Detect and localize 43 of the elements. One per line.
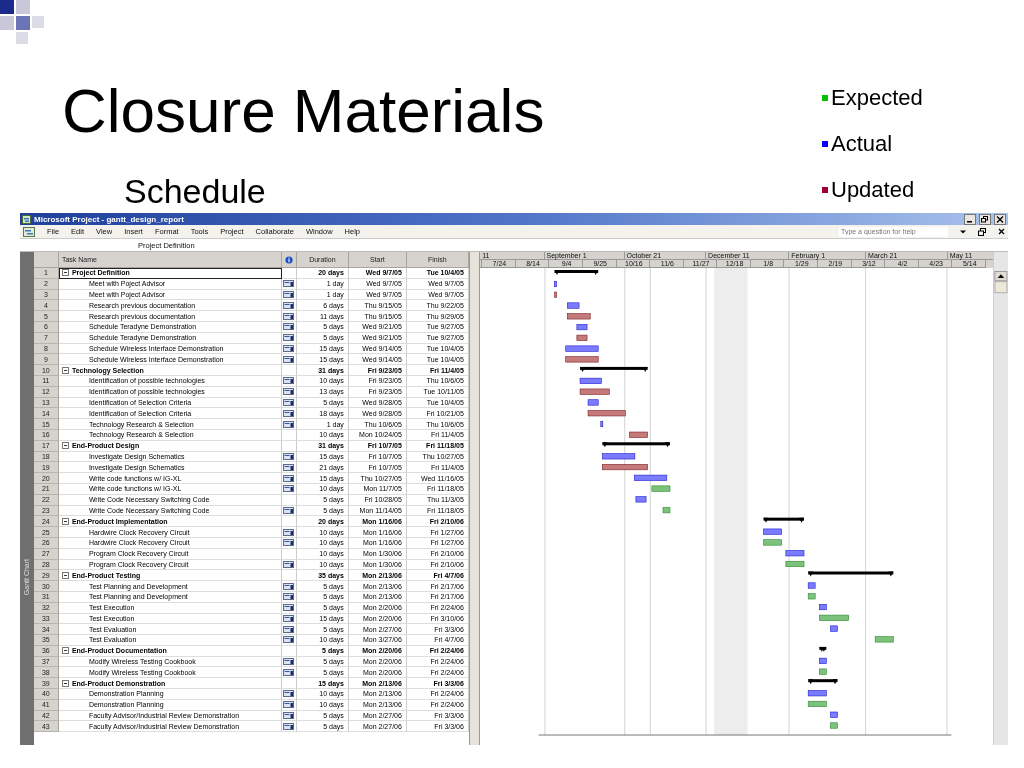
task-bar[interactable] (602, 453, 636, 460)
task-bar[interactable] (600, 420, 604, 428)
task-bar[interactable] (576, 334, 588, 341)
collapse-icon[interactable] (61, 366, 69, 374)
legend-label: Actual (831, 131, 893, 157)
app-icon (22, 214, 31, 224)
info-icon (284, 255, 293, 264)
collapse-icon[interactable] (61, 679, 69, 687)
scrollbar[interactable] (993, 252, 1008, 745)
task-bar[interactable] (819, 657, 827, 664)
restore-icon[interactable] (978, 227, 986, 236)
slide-title: Closure Materials (62, 80, 545, 142)
task-bar[interactable] (819, 604, 827, 611)
collapse-icon[interactable] (61, 571, 69, 579)
task-bar[interactable] (763, 528, 783, 535)
collapse-icon[interactable] (61, 517, 69, 525)
task-bar[interactable] (579, 377, 602, 384)
task-bar[interactable] (808, 690, 827, 697)
task-bar[interactable] (554, 280, 557, 288)
collapse-icon[interactable] (61, 647, 69, 655)
task-bar[interactable] (579, 388, 610, 395)
task-bar[interactable] (635, 496, 647, 503)
task-bar[interactable] (785, 550, 805, 557)
legend-label: Expected (831, 85, 923, 111)
dropdown-icon[interactable] (960, 228, 966, 235)
collapse-icon[interactable] (61, 442, 69, 450)
task-bar[interactable] (629, 431, 649, 438)
task-bar[interactable] (576, 324, 588, 331)
window-title: Microsoft Project - gantt_design_report (34, 214, 184, 224)
task-bar[interactable] (634, 474, 668, 481)
task-bar[interactable] (554, 291, 557, 298)
slide-subtitle: Schedule (124, 174, 266, 208)
task-bar[interactable] (587, 399, 599, 406)
collapse-icon[interactable] (61, 269, 69, 277)
minimize-icon[interactable] (964, 213, 976, 225)
task-bar[interactable] (602, 464, 649, 471)
close-icon[interactable] (998, 228, 1005, 235)
restore-icon[interactable] (979, 213, 991, 225)
legend-label: Updated (831, 177, 915, 203)
document-icon[interactable] (23, 226, 35, 237)
close-icon[interactable] (994, 213, 1006, 225)
task-bar[interactable] (808, 582, 816, 589)
task-bar[interactable] (587, 410, 626, 417)
